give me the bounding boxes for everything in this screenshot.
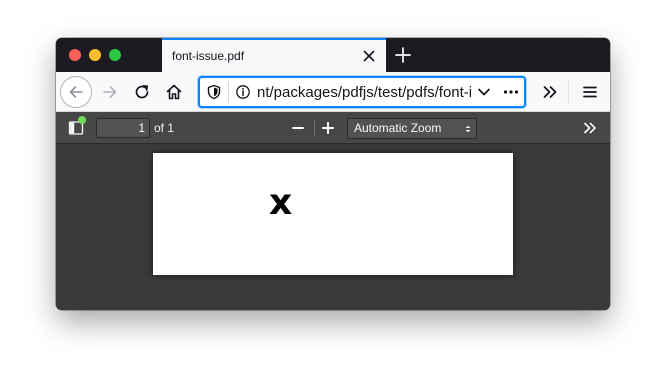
chevron-down-icon[interactable] <box>476 84 492 100</box>
ellipsis-icon[interactable] <box>502 84 520 100</box>
arrow-left-icon <box>67 83 85 101</box>
pdf-viewer[interactable]: x <box>56 144 610 310</box>
pdf-page[interactable]: x <box>153 153 513 275</box>
tab-active[interactable]: font-issue.pdf <box>162 38 386 72</box>
home-button[interactable] <box>162 80 186 104</box>
close-icon[interactable] <box>360 47 378 65</box>
url-separator <box>228 82 229 102</box>
page-count-label: of 1 <box>154 121 175 135</box>
reload-button[interactable] <box>130 80 154 104</box>
zoom-separator <box>314 120 315 136</box>
menu-button[interactable] <box>578 80 602 104</box>
window-minimize-button[interactable] <box>89 49 101 61</box>
url-text[interactable]: nt/packages/pdfjs/test/pdfs/font-issue.p… <box>257 83 471 103</box>
notification-dot <box>78 116 86 124</box>
page-number-input[interactable]: 1 <box>96 118 150 138</box>
double-chevron-right-icon <box>541 83 559 101</box>
reload-icon <box>133 83 151 101</box>
arrow-right-icon <box>101 83 119 101</box>
overflow-button[interactable] <box>538 80 562 104</box>
shield-icon[interactable] <box>206 84 222 100</box>
double-chevron-right-icon[interactable] <box>582 120 598 136</box>
toolbar-divider <box>568 80 569 104</box>
url-bar[interactable]: nt/packages/pdfjs/test/pdfs/font-issue.p… <box>198 76 526 108</box>
home-icon <box>165 83 183 101</box>
back-button[interactable] <box>60 76 92 108</box>
plus-icon[interactable] <box>320 120 336 136</box>
plus-icon[interactable] <box>392 44 414 66</box>
forward-button[interactable] <box>98 80 122 104</box>
hamburger-icon <box>581 83 599 101</box>
tab-strip: font-issue.pdf <box>56 38 610 72</box>
browser-window: font-issue.pdf nt/packages/pdfjs/test/pd… <box>56 38 610 310</box>
caret-updown-icon <box>464 125 472 133</box>
zoom-select[interactable]: Automatic Zoom <box>347 118 477 139</box>
zoom-select-value: Automatic Zoom <box>354 121 442 135</box>
info-icon[interactable] <box>235 84 251 100</box>
window-close-button[interactable] <box>69 49 81 61</box>
minus-icon[interactable] <box>290 120 306 136</box>
pdf-toolbar: 1 of 1 Automatic Zoom <box>56 112 610 144</box>
page-text: x <box>269 182 293 223</box>
navigation-bar: nt/packages/pdfjs/test/pdfs/font-issue.p… <box>56 72 610 112</box>
window-maximize-button[interactable] <box>109 49 121 61</box>
tab-title: font-issue.pdf <box>172 49 245 63</box>
